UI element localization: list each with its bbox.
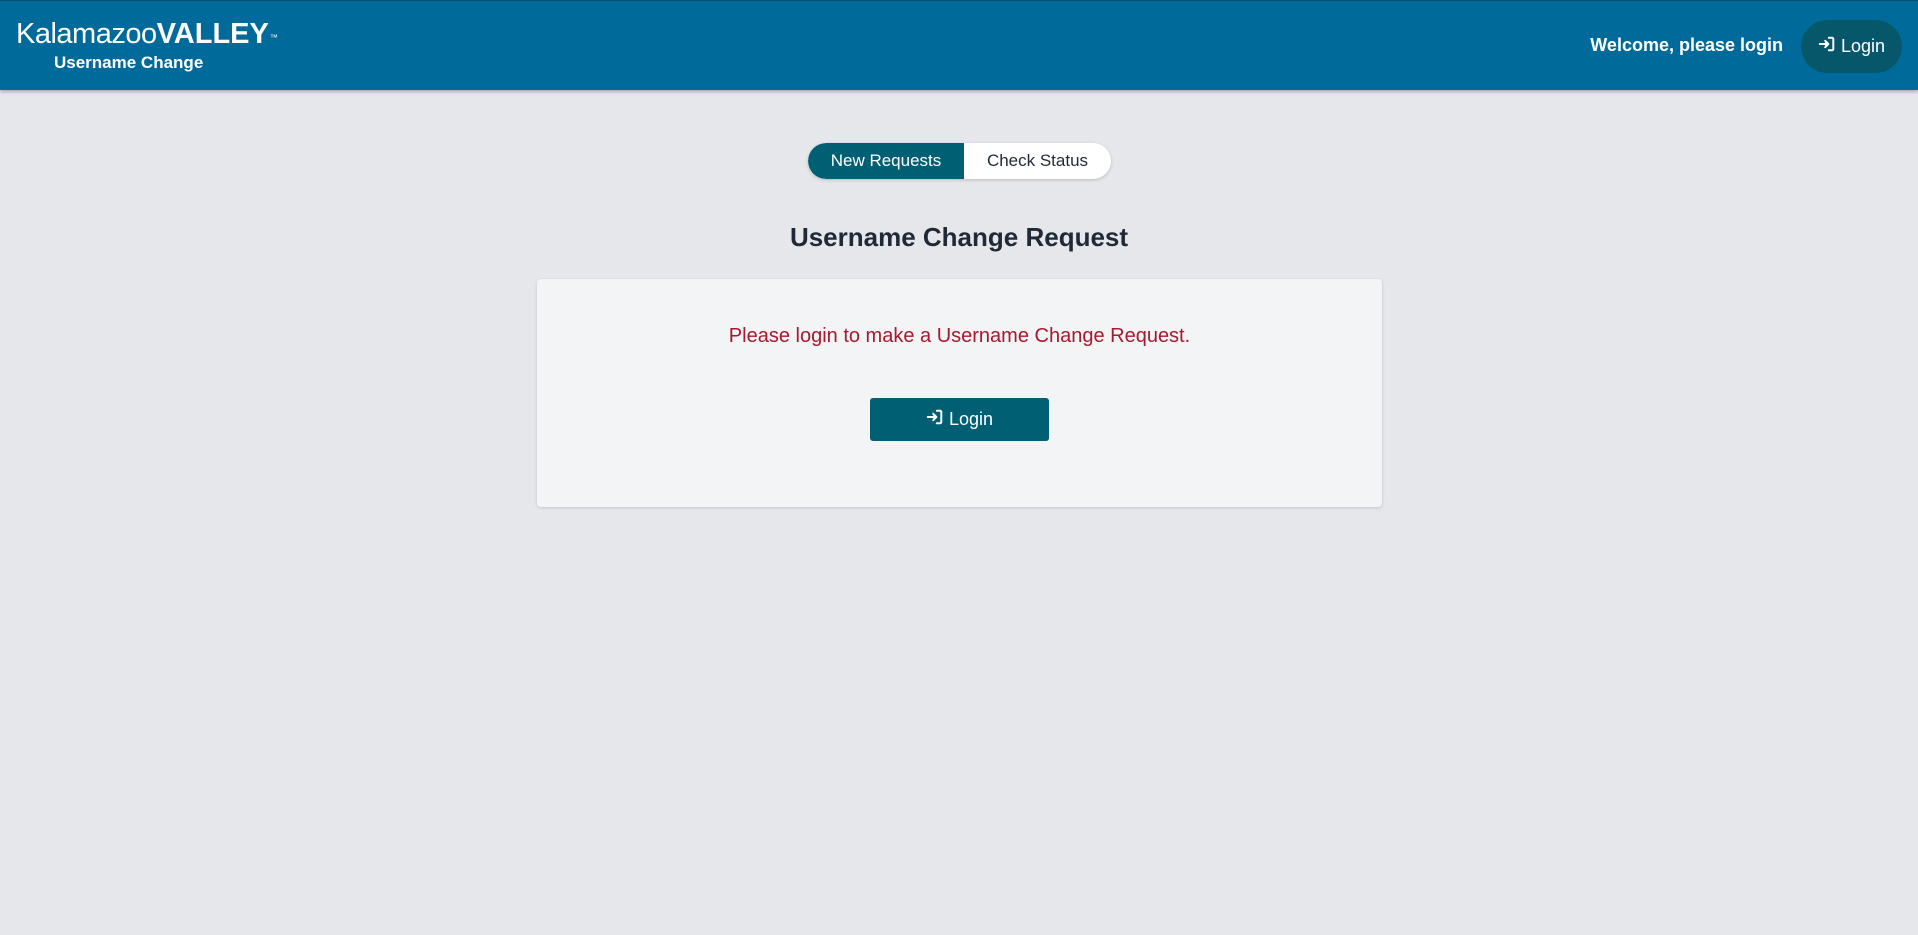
brand[interactable]: KalamazooVALLEY™ Username Change <box>16 17 278 77</box>
app-subtitle: Username Change <box>54 53 204 72</box>
login-required-card: Please login to make a Username Change R… <box>537 279 1382 507</box>
sign-in-icon <box>1818 35 1836 58</box>
header-login-button[interactable]: Login <box>1801 20 1902 73</box>
logo-text-bold: VALLEY <box>156 18 269 50</box>
request-tabs: New Requests Check Status <box>808 143 1111 179</box>
tab-new-requests[interactable]: New Requests <box>808 143 964 179</box>
sign-in-icon <box>926 408 944 431</box>
top-navbar: KalamazooVALLEY™ Username Change Welcome… <box>0 0 1918 90</box>
welcome-text: Welcome, please login <box>1590 35 1783 55</box>
tab-check-status[interactable]: Check Status <box>964 143 1111 179</box>
kalamazoo-valley-logo: KalamazooVALLEY™ <box>16 17 278 51</box>
login-required-message: Please login to make a Username Change R… <box>728 325 1191 347</box>
header-login-label: Login <box>1840 36 1886 56</box>
logo-trademark: ™ <box>269 33 278 42</box>
logo-text-light: Kalamazoo <box>16 18 157 50</box>
page-title: Username Change Request <box>789 222 1129 252</box>
card-login-label: Login <box>948 409 994 429</box>
card-login-button[interactable]: Login <box>870 398 1049 441</box>
